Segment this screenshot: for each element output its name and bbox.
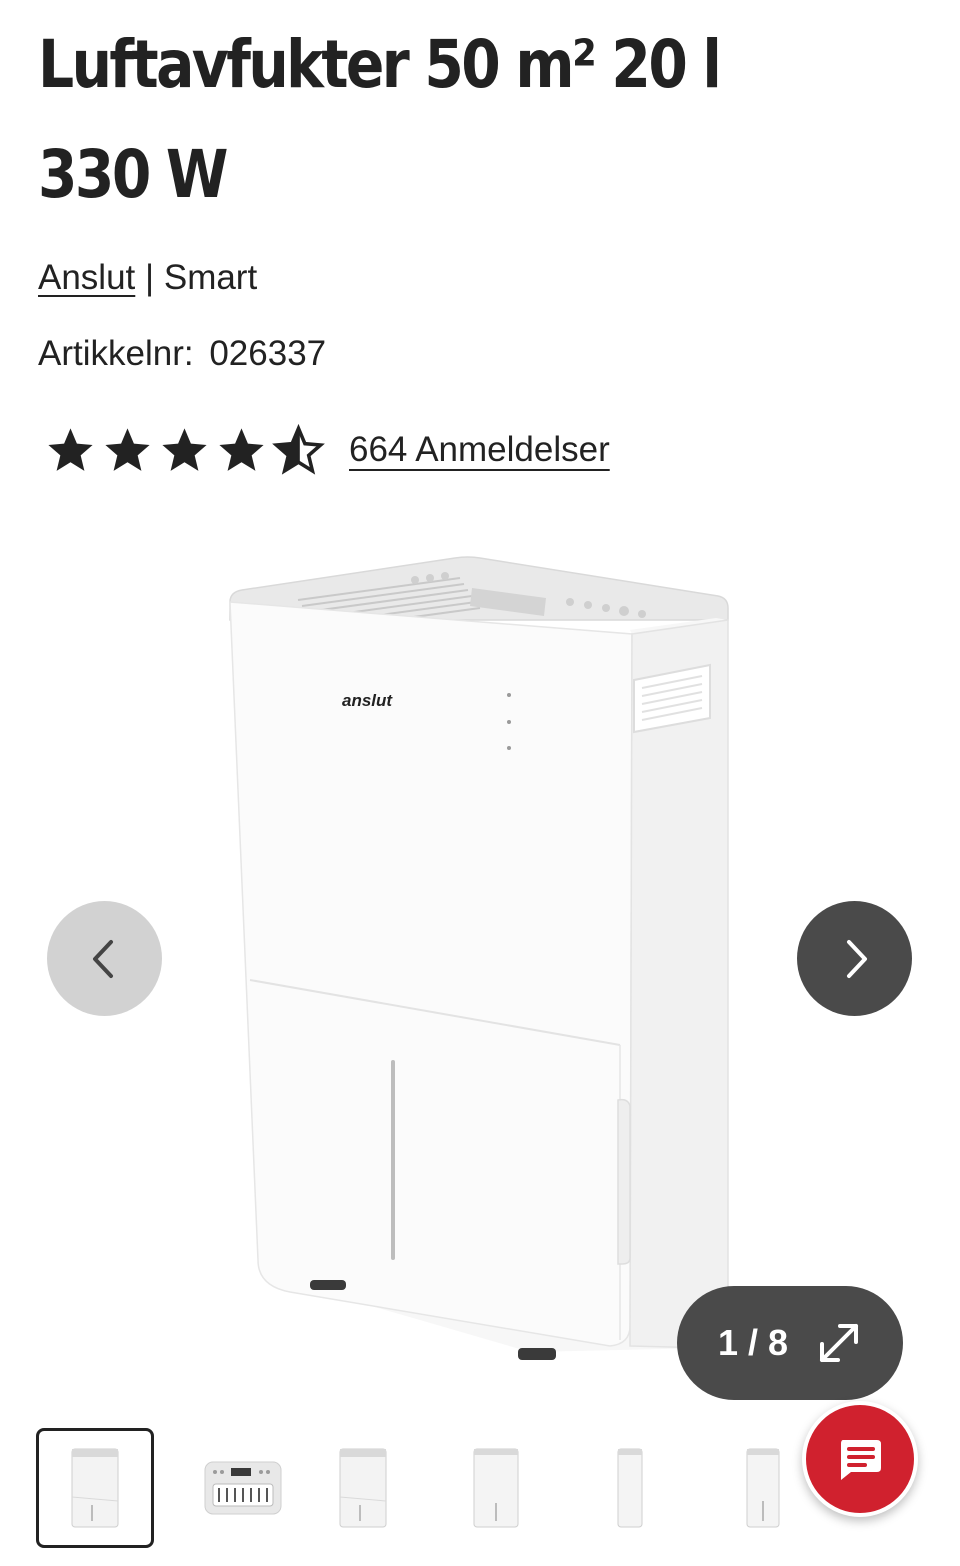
chevron-right-icon [846, 939, 867, 978]
product-image[interactable]: anslut [210, 540, 750, 1370]
product-series: Smart [163, 258, 258, 297]
expand-icon [820, 1324, 859, 1362]
thumbnail-image [473, 1448, 519, 1528]
reviews-link[interactable]: 664 Anmeldelser [349, 430, 610, 470]
star-full-icon [105, 427, 150, 471]
thumbnail-image [339, 1448, 387, 1528]
chat-button[interactable] [802, 1401, 918, 1517]
thumbnail-image [71, 1448, 119, 1528]
chevron-left-icon [92, 939, 113, 978]
star-half-icon [272, 423, 325, 475]
brand-line: Anslut | Smart [38, 258, 257, 298]
article-number: Artikkelnr: 026337 [38, 334, 326, 374]
star-full-icon [219, 427, 264, 471]
thumbnail-image [746, 1448, 780, 1528]
gallery-next-button[interactable] [797, 901, 912, 1016]
thumbnail-image [617, 1448, 643, 1528]
star-full-icon [162, 427, 207, 471]
gallery-prev-button[interactable] [47, 901, 162, 1016]
product-title: Luftavfukter 50 m² 20 l 330 W [38, 10, 795, 230]
brand-link[interactable]: Anslut [38, 258, 135, 297]
thumbnail-4[interactable] [437, 1428, 555, 1548]
thumbnail-3[interactable] [304, 1428, 422, 1548]
article-number-label: Artikkelnr: [38, 334, 194, 373]
product-title-line2: 330 W [38, 136, 229, 213]
rating-stars [44, 423, 325, 477]
product-gallery: anslut 1 / 8 [0, 540, 960, 1400]
device-logo: anslut [342, 691, 393, 710]
brand-separator: | [145, 258, 155, 297]
chat-icon [841, 1440, 881, 1480]
star-full-icon [48, 427, 93, 471]
article-number-value: 026337 [209, 334, 327, 373]
thumbnail-2[interactable] [184, 1428, 302, 1548]
product-title-line1: Luftavfukter 50 m² 20 l [38, 26, 722, 103]
gallery-counter-text: 1 / 8 [717, 1322, 789, 1363]
thumbnail-image [204, 1461, 282, 1515]
gallery-counter[interactable]: 1 / 8 [677, 1286, 903, 1400]
rating: 664 Anmeldelser [44, 420, 610, 480]
thumbnail-5[interactable] [571, 1428, 689, 1548]
thumbnail-1[interactable] [36, 1428, 154, 1548]
